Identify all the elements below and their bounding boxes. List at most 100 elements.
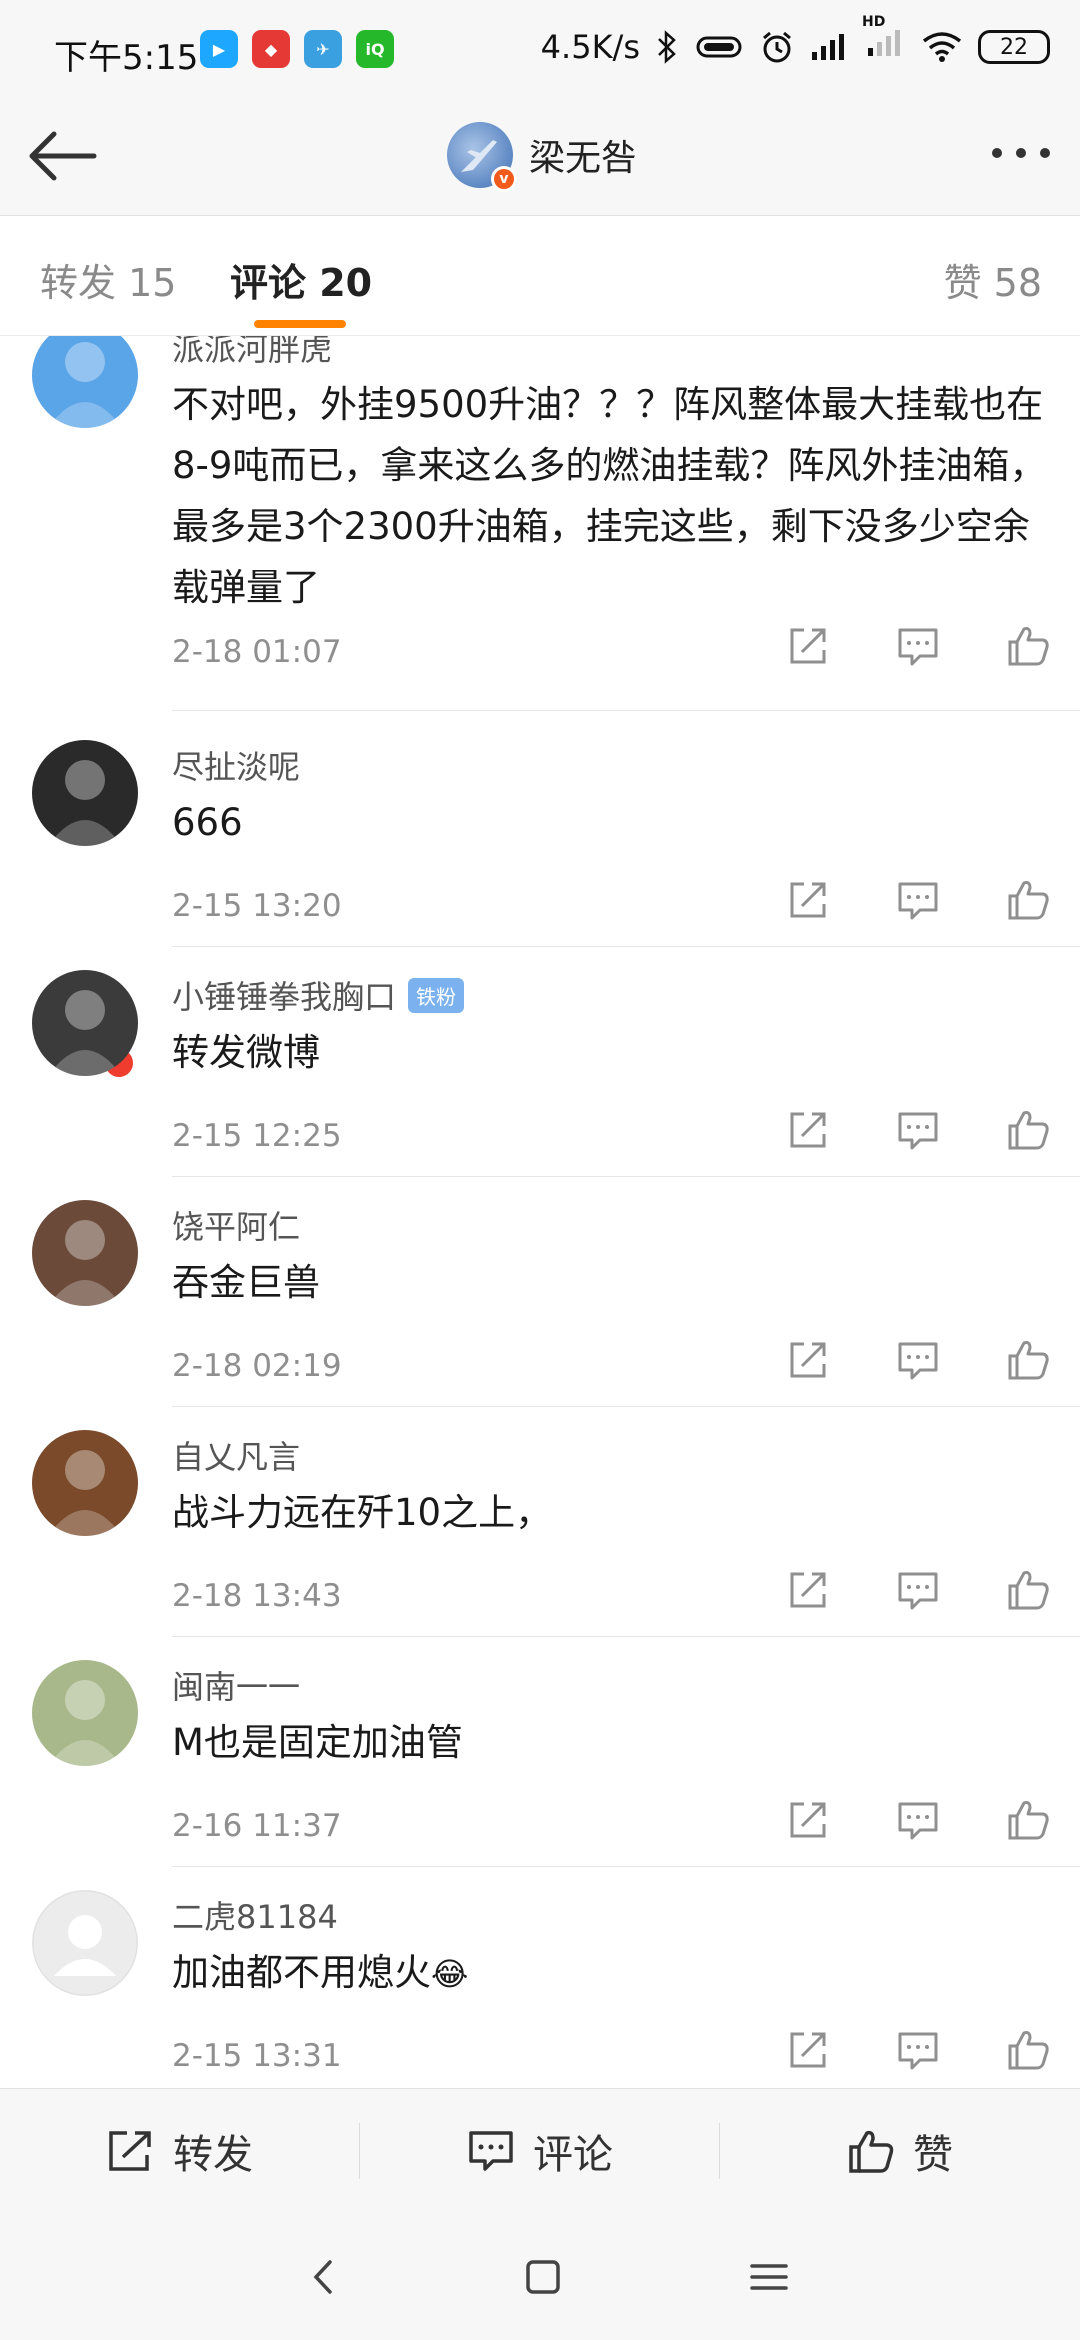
comment-reply-icon[interactable] xyxy=(896,2028,940,2076)
signal-icon xyxy=(812,34,844,60)
comment-reply-icon[interactable] xyxy=(896,878,940,926)
comment-item[interactable]: 二虎81184 加油都不用熄火😂 2-15 13:31 xyxy=(0,1890,1080,2088)
comment-time: 2-15 13:20 xyxy=(172,888,342,924)
back-arrow-icon[interactable] xyxy=(24,124,100,188)
comment-like-icon[interactable] xyxy=(1006,2028,1050,2076)
comment-username[interactable]: 派派河胖虎 xyxy=(172,336,332,370)
user-avatar[interactable] xyxy=(32,1200,138,1306)
status-app-icons: ▶ ◆ ✈ iQ xyxy=(200,30,394,68)
user-avatar[interactable] xyxy=(32,1660,138,1766)
comment-item[interactable]: 自乂凡言 战斗力远在歼10之上， 2-18 13:43 xyxy=(0,1430,1080,1660)
comment-divider xyxy=(172,1176,1080,1177)
user-avatar[interactable] xyxy=(32,740,138,846)
comment-repost-icon[interactable] xyxy=(786,1108,830,1156)
like-button[interactable]: 赞 xyxy=(720,2089,1080,2213)
status-indicators: 4.5K/s HD 22 xyxy=(540,14,1050,66)
username-text: 派派河胖虎 xyxy=(172,336,333,368)
comment-like-icon[interactable] xyxy=(1006,1108,1050,1156)
network-speed: 4.5K/s xyxy=(540,28,640,66)
repost-label: 转发 xyxy=(173,2132,253,2178)
comment-divider xyxy=(172,710,1080,711)
comment-repost-icon[interactable] xyxy=(786,624,830,672)
comment-body: 吞金巨兽 xyxy=(172,1261,320,1304)
tab-reposts[interactable]: 转发 15 xyxy=(40,252,176,307)
comment-username[interactable]: 尽扯淡呢 xyxy=(172,742,300,788)
comment-reply-icon[interactable] xyxy=(896,1108,940,1156)
comment-list[interactable]: 派派河胖虎不对吧，外挂9500升油？？？阵风整体最大挂载也在8-9吨而已，拿来这… xyxy=(0,336,1080,2088)
system-back-icon[interactable] xyxy=(298,2252,348,2302)
comment-repost-icon[interactable] xyxy=(786,1568,830,1616)
comment-text: 不对吧，外挂9500升油？？？阵风整体最大挂载也在8-9吨而已，拿来这么多的燃油… xyxy=(172,374,1052,618)
avatar-image xyxy=(48,990,122,1076)
youku-icon: ▶ xyxy=(200,30,238,68)
comment-like-icon[interactable] xyxy=(1006,1798,1050,1846)
comment-actions xyxy=(786,2028,1050,2076)
comment-time: 2-18 02:19 xyxy=(172,1348,342,1384)
header-user[interactable]: v 梁无咎 xyxy=(447,122,638,192)
comment-reply-icon[interactable] xyxy=(896,1568,940,1616)
comment-reply-icon[interactable] xyxy=(896,1338,940,1386)
username-text: 饶平阿仁 xyxy=(172,1208,301,1246)
comment-actions xyxy=(786,1108,1050,1156)
comment-like-icon[interactable] xyxy=(1006,878,1050,926)
top-navigation: v 梁无咎 xyxy=(0,100,1080,216)
comment-repost-icon[interactable] xyxy=(786,1338,830,1386)
comment-button[interactable]: 评论 xyxy=(360,2089,720,2213)
tab-comments[interactable]: 评论 20 xyxy=(230,252,372,307)
system-home-icon[interactable] xyxy=(518,2252,568,2302)
comment-text: 吞金巨兽 xyxy=(172,1252,1052,1313)
comment-body: 666 xyxy=(172,801,243,844)
header-avatar[interactable]: v xyxy=(447,122,517,192)
comment-username[interactable]: 饶平阿仁 xyxy=(172,1202,300,1248)
comment-label: 评论 xyxy=(533,2132,613,2178)
user-avatar[interactable] xyxy=(32,336,138,428)
comment-divider xyxy=(172,1636,1080,1637)
comment-body: M也是固定加油管 xyxy=(172,1721,463,1764)
comment-actions xyxy=(786,878,1050,926)
battery-indicator: 22 xyxy=(978,30,1050,64)
comment-reply-icon[interactable] xyxy=(896,1798,940,1846)
repost-button[interactable]: 转发 xyxy=(0,2089,360,2213)
comment-like-icon[interactable] xyxy=(1006,624,1050,672)
system-menu-icon[interactable] xyxy=(744,2252,794,2302)
comment-username[interactable]: 小锤锤拳我胸口 铁粉 xyxy=(172,972,465,1018)
verified-badge-icon: v xyxy=(491,166,517,192)
comment-item[interactable]: 饶平阿仁吞金巨兽 2-18 02:19 xyxy=(0,1200,1080,1430)
username-text: 小锤锤拳我胸口 xyxy=(172,978,397,1016)
username-text: 闽南一一 xyxy=(172,1668,301,1706)
username-text: 尽扯淡呢 xyxy=(172,748,301,786)
comment-repost-icon[interactable] xyxy=(786,2028,830,2076)
tab-likes[interactable]: 赞 58 xyxy=(944,252,1042,307)
comment-actions xyxy=(786,1798,1050,1846)
comment-like-icon[interactable] xyxy=(1006,1338,1050,1386)
comment-repost-icon[interactable] xyxy=(786,1798,830,1846)
comment-item[interactable]: 尽扯淡呢 666 2-15 13:20 xyxy=(0,740,1080,970)
comment-item[interactable]: 小锤锤拳我胸口 铁粉 转发微博 2-15 12:25 xyxy=(0,970,1080,1200)
avatar-image xyxy=(48,1450,122,1536)
avatar-image xyxy=(48,760,122,846)
comment-time: 2-15 12:25 xyxy=(172,1118,342,1154)
comment-item[interactable]: 闽南一一 M也是固定加油管 2-16 11:37 xyxy=(0,1660,1080,1890)
user-avatar[interactable] xyxy=(32,1430,138,1536)
comment-text: 转发微博 xyxy=(172,1022,1052,1083)
user-avatar[interactable] xyxy=(32,970,138,1076)
comment-username[interactable]: 闽南一一 xyxy=(172,1662,300,1708)
status-time: 下午5:15 xyxy=(54,38,199,78)
comment-username[interactable]: 自乂凡言 xyxy=(172,1432,300,1478)
comment-reply-icon[interactable] xyxy=(896,624,940,672)
comment-divider xyxy=(172,1866,1080,1867)
like-label: 赞 xyxy=(913,2132,953,2178)
comment-repost-icon[interactable] xyxy=(786,878,830,926)
avatar-image xyxy=(48,1220,122,1306)
comment-like-icon[interactable] xyxy=(1006,1568,1050,1616)
comment-item[interactable]: 派派河胖虎不对吧，外挂9500升油？？？阵风整体最大挂载也在8-9吨而已，拿来这… xyxy=(0,336,1080,711)
active-tab-indicator xyxy=(254,320,346,328)
battery-level: 22 xyxy=(1000,34,1028,60)
header-title: 梁无咎 xyxy=(529,138,638,179)
more-options-icon[interactable] xyxy=(992,148,1050,158)
comment-body: 不对吧，外挂9500升油？？？阵风整体最大挂载也在8-9吨而已，拿来这么多的燃油… xyxy=(172,383,1047,609)
user-avatar[interactable] xyxy=(32,1890,138,1996)
comment-username[interactable]: 二虎81184 xyxy=(172,1892,338,1938)
laugh-cry-emoji-icon: 😂 xyxy=(431,1955,469,1993)
hd-signal: HD xyxy=(862,14,906,66)
